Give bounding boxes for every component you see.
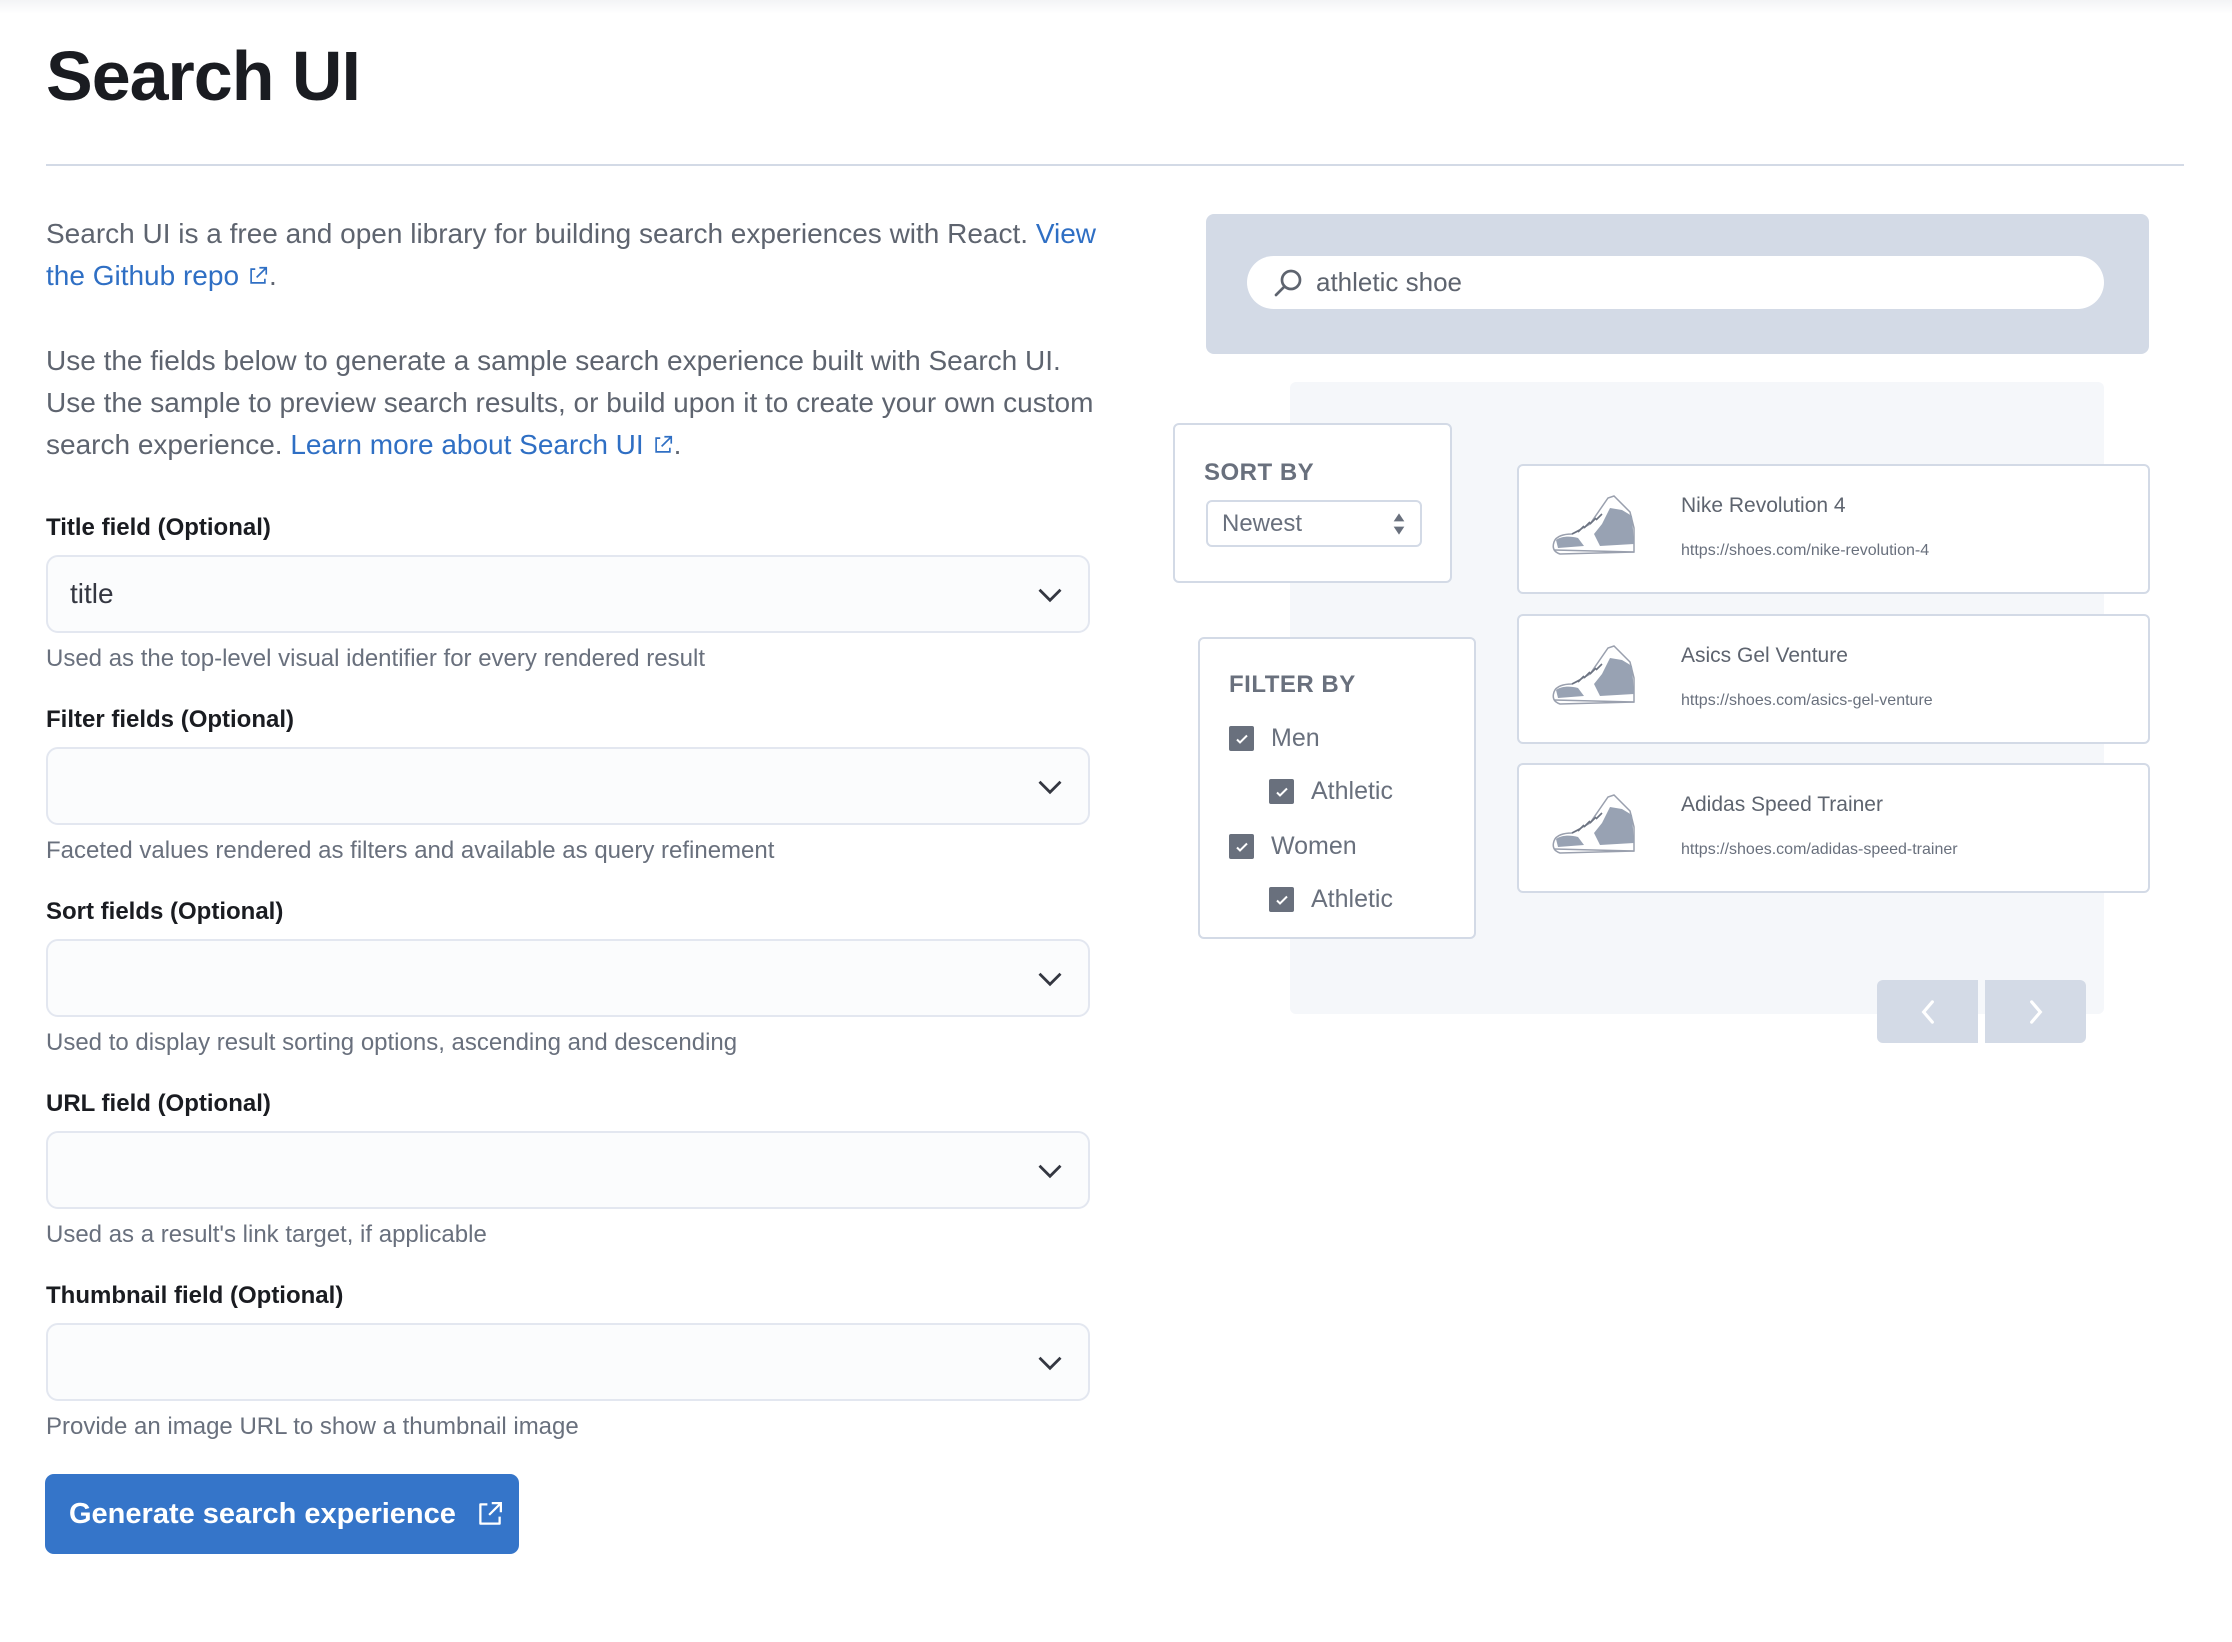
shoe-thumbnail-icon bbox=[1552, 645, 1635, 705]
filter-fields-group: Filter fields (Optional) Faceted values … bbox=[46, 703, 1090, 867]
external-link-icon bbox=[654, 435, 672, 453]
thumbnail-field-group: Thumbnail field (Optional) Provide an im… bbox=[46, 1279, 1090, 1443]
result-title: Asics Gel Venture bbox=[1681, 644, 1848, 667]
sort-by-title: SORT BY bbox=[1204, 459, 1315, 486]
filter-option-label: Athletic bbox=[1311, 885, 1393, 913]
external-link-icon bbox=[479, 1502, 502, 1525]
intro-text: Search UI is a free and open library for… bbox=[46, 218, 1036, 249]
thumbnail-field-label: Thumbnail field (Optional) bbox=[46, 1282, 344, 1309]
sort-fields-group: Sort fields (Optional) Used to display r… bbox=[46, 895, 1090, 1059]
url-field-label: URL field (Optional) bbox=[46, 1090, 271, 1117]
result-url: https://shoes.com/adidas-speed-trainer bbox=[1681, 841, 1958, 858]
generate-search-experience-button[interactable]: Generate search experience bbox=[45, 1474, 519, 1554]
external-link-icon bbox=[250, 266, 268, 284]
check-icon bbox=[1235, 734, 1248, 744]
result-card[interactable]: Adidas Speed Trainer https://shoes.com/a… bbox=[1517, 763, 2150, 893]
url-field-help: Used as a result's link target, if appli… bbox=[46, 1221, 487, 1248]
result-url: https://shoes.com/asics-gel-venture bbox=[1681, 692, 1933, 709]
result-card[interactable]: Nike Revolution 4 https://shoes.com/nike… bbox=[1517, 464, 2150, 594]
filter-fields-select[interactable] bbox=[46, 747, 1090, 825]
preview-search-input[interactable]: athletic shoe bbox=[1247, 256, 2104, 309]
filter-option-label: Women bbox=[1271, 832, 1357, 860]
sort-by-select[interactable]: Newest bbox=[1206, 500, 1422, 547]
learn-more-link[interactable]: Learn more about Search UI bbox=[290, 429, 673, 460]
filter-option-label: Men bbox=[1271, 724, 1320, 752]
title-field-value: title bbox=[70, 578, 114, 609]
shoe-thumbnail-icon bbox=[1552, 794, 1635, 854]
intro-paragraph: Search UI is a free and open library for… bbox=[46, 213, 1106, 297]
url-field-select[interactable] bbox=[46, 1131, 1090, 1209]
check-icon bbox=[1275, 895, 1288, 905]
result-title: Nike Revolution 4 bbox=[1681, 494, 1846, 517]
thumbnail-field-select[interactable] bbox=[46, 1323, 1090, 1401]
instructions-paragraph: Use the fields below to generate a sampl… bbox=[46, 340, 1106, 466]
preview-sort-facet: SORT BY Newest bbox=[1173, 423, 1452, 583]
check-icon bbox=[1235, 842, 1248, 852]
chevron-left-icon bbox=[1921, 999, 1934, 1024]
result-card[interactable]: Asics Gel Venture https://shoes.com/asic… bbox=[1517, 614, 2150, 744]
filter-option-label: Athletic bbox=[1311, 777, 1393, 805]
filter-option-men[interactable]: Men bbox=[1229, 724, 1320, 753]
page-title: Search UI bbox=[46, 37, 361, 115]
sort-arrows-icon bbox=[1393, 513, 1405, 535]
title-field-help: Used as the top-level visual identifier … bbox=[46, 645, 705, 672]
chevron-down-icon bbox=[1038, 1164, 1062, 1179]
title-field-select[interactable]: title bbox=[46, 555, 1090, 633]
instructions-period: . bbox=[673, 429, 682, 460]
generate-button-label: Generate search experience bbox=[69, 1497, 456, 1530]
pagination-next-button[interactable] bbox=[1985, 980, 2086, 1043]
result-url: https://shoes.com/nike-revolution-4 bbox=[1681, 542, 1930, 559]
checkbox-checked[interactable] bbox=[1229, 726, 1254, 751]
checkbox-checked[interactable] bbox=[1229, 834, 1254, 859]
intro-period: . bbox=[269, 260, 277, 291]
chevron-down-icon bbox=[1038, 588, 1062, 603]
filter-option-women-athletic[interactable]: Athletic bbox=[1269, 885, 1393, 914]
chevron-down-icon bbox=[1038, 972, 1062, 987]
title-field-label: Title field (Optional) bbox=[46, 514, 271, 541]
filter-option-men-athletic[interactable]: Athletic bbox=[1269, 777, 1393, 806]
pagination-prev-button[interactable] bbox=[1877, 980, 1978, 1043]
url-field-group: URL field (Optional) Used as a result's … bbox=[46, 1087, 1090, 1251]
title-field-group: Title field (Optional) title Used as the… bbox=[46, 511, 1090, 675]
preview-filter-facet: FILTER BY Men Athletic Women Athletic bbox=[1198, 637, 1476, 939]
chevron-down-icon bbox=[1038, 1356, 1062, 1371]
search-icon bbox=[1274, 269, 1302, 297]
filter-option-women[interactable]: Women bbox=[1229, 832, 1357, 861]
shoe-thumbnail-icon bbox=[1552, 495, 1635, 555]
checkbox-checked[interactable] bbox=[1269, 887, 1294, 912]
filter-fields-help: Faceted values rendered as filters and a… bbox=[46, 837, 775, 864]
preview-search-query: athletic shoe bbox=[1316, 267, 1462, 297]
result-title: Adidas Speed Trainer bbox=[1681, 793, 1883, 816]
chevron-right-icon bbox=[2029, 999, 2042, 1024]
filter-by-title: FILTER BY bbox=[1229, 671, 1356, 698]
header-divider bbox=[46, 164, 2184, 166]
sort-fields-select[interactable] bbox=[46, 939, 1090, 1017]
filter-fields-label: Filter fields (Optional) bbox=[46, 706, 295, 733]
check-icon bbox=[1275, 787, 1288, 797]
top-shadow bbox=[0, 0, 2232, 14]
learn-more-link-label: Learn more about Search UI bbox=[290, 429, 644, 460]
sort-fields-label: Sort fields (Optional) bbox=[46, 898, 284, 925]
thumbnail-field-help: Provide an image URL to show a thumbnail… bbox=[46, 1413, 579, 1440]
sort-by-value: Newest bbox=[1222, 510, 1303, 537]
sort-fields-help: Used to display result sorting options, … bbox=[46, 1029, 738, 1056]
chevron-down-icon bbox=[1038, 780, 1062, 795]
checkbox-checked[interactable] bbox=[1269, 779, 1294, 804]
